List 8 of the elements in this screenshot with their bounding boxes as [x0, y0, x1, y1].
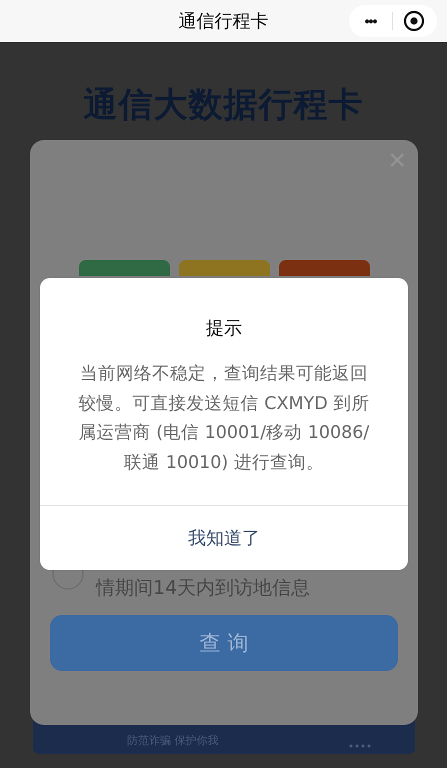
more-button[interactable]: ••• [349, 13, 392, 29]
confirm-button[interactable]: 我知道了 [40, 506, 408, 570]
close-target-icon[interactable] [403, 10, 425, 32]
dialog-title: 提示 [206, 317, 242, 340]
dialog-message: 当前网络不稳定，查询结果可能返回较慢。可直接发送短信 CXMYD 到所属运营商 (电信 10001/移动 10086/联通 10010) 进行查询。 [78, 363, 370, 474]
consent-text: 情期间14天内到访地信息 [96, 576, 310, 601]
nav-title: 通信行程卡 [178, 10, 268, 33]
dots-icon [348, 744, 370, 748]
